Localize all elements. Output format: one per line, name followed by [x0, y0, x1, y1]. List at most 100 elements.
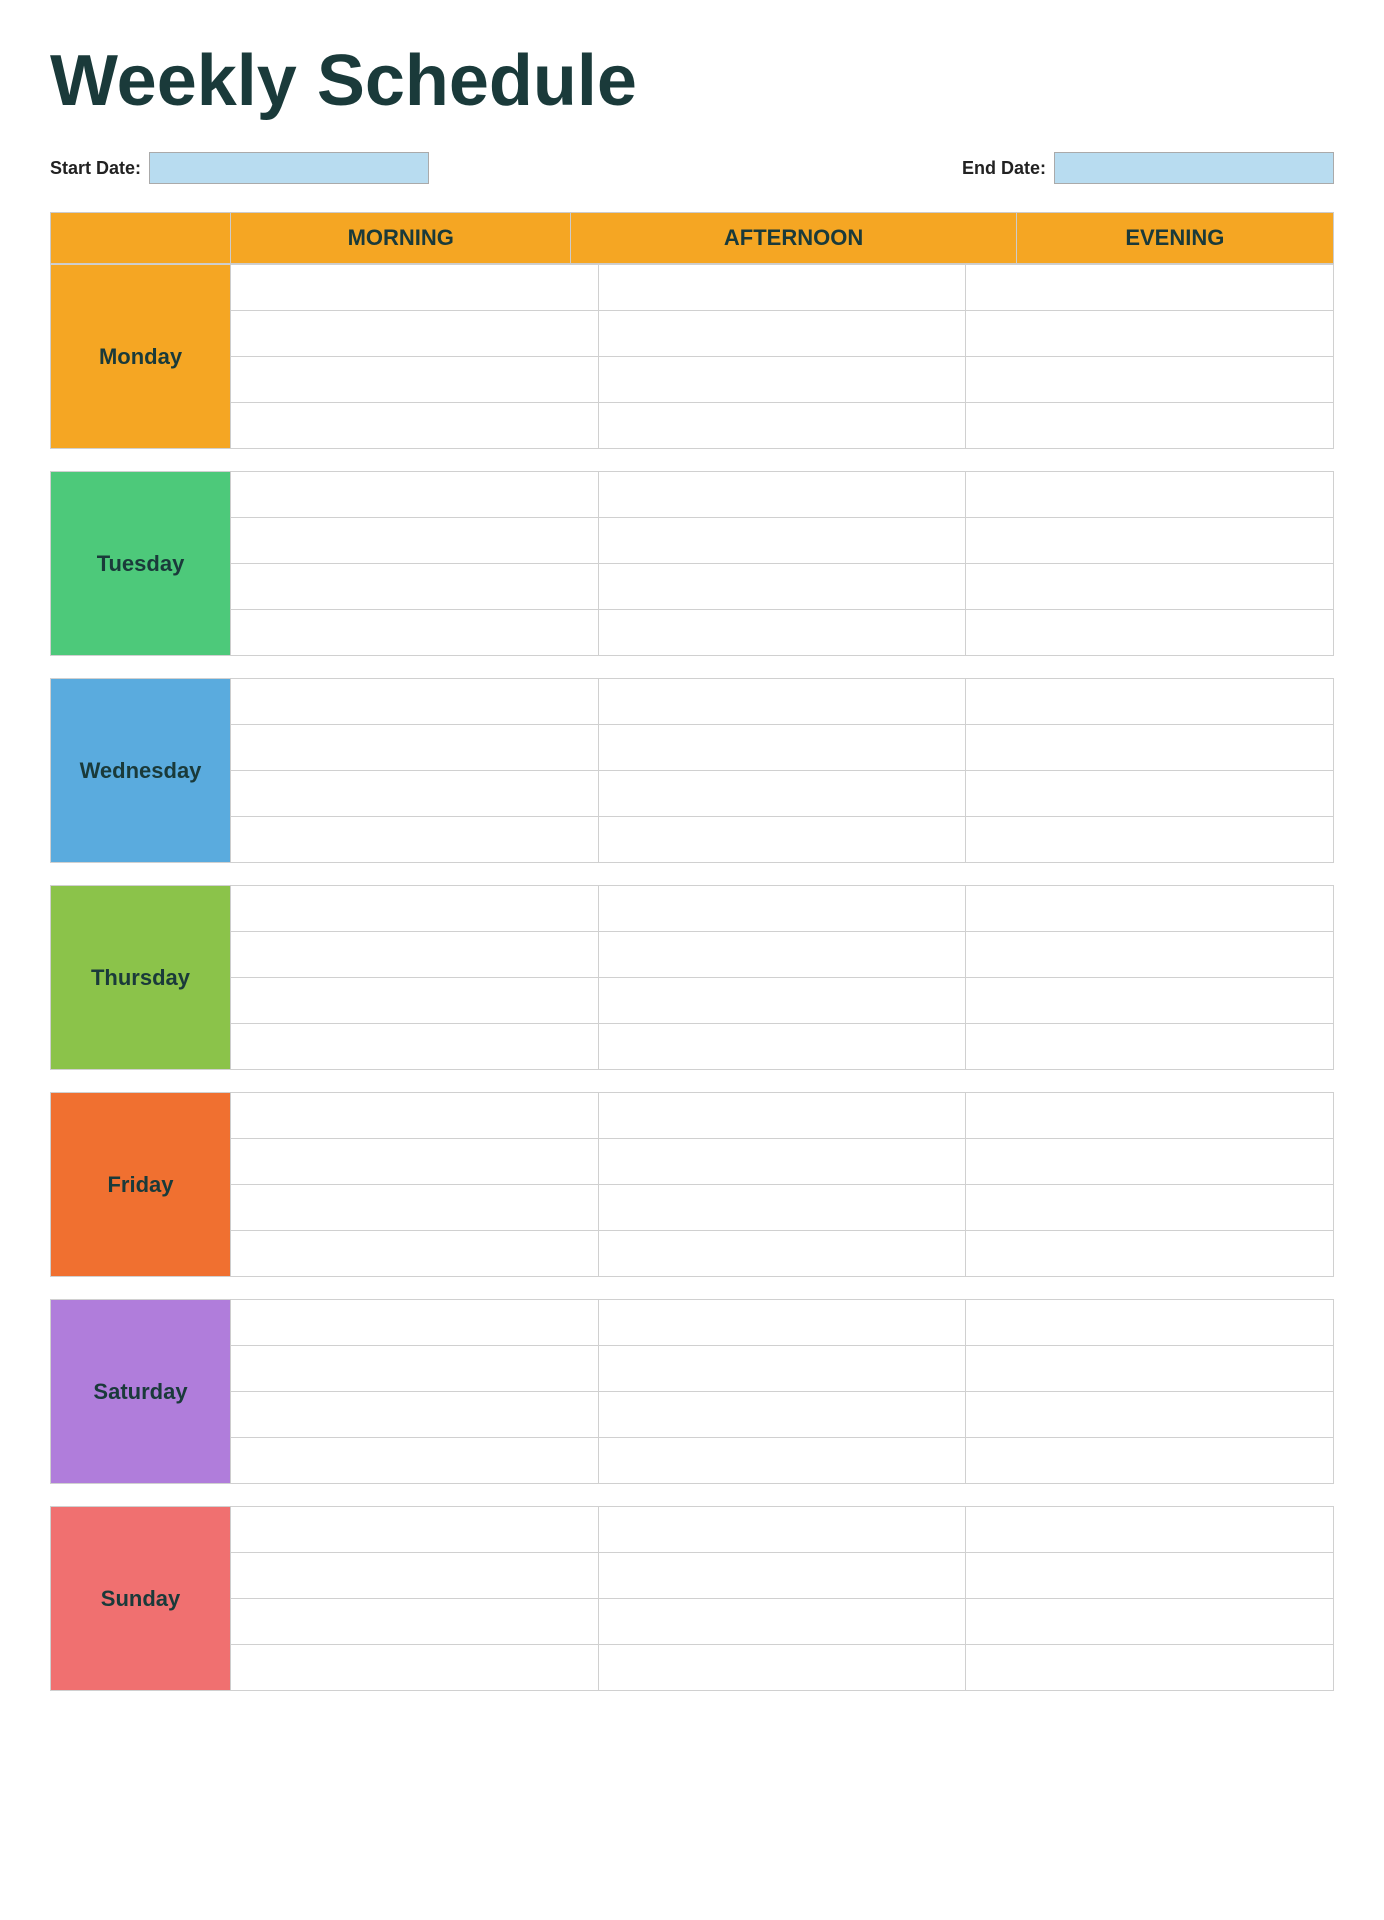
- wednesday-afternoon-2[interactable]: [598, 725, 966, 771]
- saturday-evening-1[interactable]: [966, 1300, 1334, 1346]
- table-row: [51, 1024, 1334, 1070]
- thursday-morning-2[interactable]: [231, 932, 599, 978]
- friday-evening-3[interactable]: [966, 1185, 1334, 1231]
- tuesday-morning-1[interactable]: [231, 472, 599, 518]
- wednesday-afternoon-1[interactable]: [598, 679, 966, 725]
- day-section-sunday: Sunday: [50, 1506, 1334, 1691]
- saturday-afternoon-2[interactable]: [598, 1346, 966, 1392]
- day-label-wednesday: Wednesday: [51, 679, 231, 863]
- sunday-morning-1[interactable]: [231, 1507, 599, 1553]
- thursday-evening-4[interactable]: [966, 1024, 1334, 1070]
- table-row: [51, 1599, 1334, 1645]
- friday-morning-1[interactable]: [231, 1093, 599, 1139]
- saturday-morning-1[interactable]: [231, 1300, 599, 1346]
- day-section-wednesday: Wednesday: [50, 678, 1334, 863]
- table-row: Tuesday: [51, 472, 1334, 518]
- friday-afternoon-4[interactable]: [598, 1231, 966, 1277]
- wednesday-evening-1[interactable]: [966, 679, 1334, 725]
- friday-morning-4[interactable]: [231, 1231, 599, 1277]
- tuesday-morning-3[interactable]: [231, 564, 599, 610]
- thursday-morning-1[interactable]: [231, 886, 599, 932]
- wednesday-morning-3[interactable]: [231, 771, 599, 817]
- thursday-morning-3[interactable]: [231, 978, 599, 1024]
- saturday-morning-4[interactable]: [231, 1438, 599, 1484]
- friday-afternoon-2[interactable]: [598, 1139, 966, 1185]
- sunday-morning-3[interactable]: [231, 1599, 599, 1645]
- wednesday-evening-4[interactable]: [966, 817, 1334, 863]
- day-label-sunday: Sunday: [51, 1507, 231, 1691]
- monday-evening-2[interactable]: [966, 311, 1334, 357]
- monday-morning-3[interactable]: [231, 357, 599, 403]
- sunday-afternoon-4[interactable]: [598, 1645, 966, 1691]
- saturday-evening-2[interactable]: [966, 1346, 1334, 1392]
- monday-afternoon-2[interactable]: [598, 311, 966, 357]
- friday-morning-3[interactable]: [231, 1185, 599, 1231]
- monday-afternoon-3[interactable]: [598, 357, 966, 403]
- page-title: Weekly Schedule: [50, 40, 1334, 122]
- friday-evening-4[interactable]: [966, 1231, 1334, 1277]
- sunday-afternoon-2[interactable]: [598, 1553, 966, 1599]
- friday-morning-2[interactable]: [231, 1139, 599, 1185]
- tuesday-evening-1[interactable]: [966, 472, 1334, 518]
- tuesday-morning-2[interactable]: [231, 518, 599, 564]
- wednesday-afternoon-3[interactable]: [598, 771, 966, 817]
- thursday-afternoon-1[interactable]: [598, 886, 966, 932]
- saturday-evening-4[interactable]: [966, 1438, 1334, 1484]
- thursday-afternoon-2[interactable]: [598, 932, 966, 978]
- friday-afternoon-3[interactable]: [598, 1185, 966, 1231]
- wednesday-afternoon-4[interactable]: [598, 817, 966, 863]
- sunday-evening-4[interactable]: [966, 1645, 1334, 1691]
- tuesday-afternoon-3[interactable]: [598, 564, 966, 610]
- thursday-afternoon-4[interactable]: [598, 1024, 966, 1070]
- day-section-tuesday: Tuesday: [50, 471, 1334, 656]
- saturday-morning-2[interactable]: [231, 1346, 599, 1392]
- thursday-evening-3[interactable]: [966, 978, 1334, 1024]
- monday-evening-3[interactable]: [966, 357, 1334, 403]
- tuesday-morning-4[interactable]: [231, 610, 599, 656]
- monday-morning-1[interactable]: [231, 265, 599, 311]
- monday-morning-4[interactable]: [231, 403, 599, 449]
- table-row: Friday: [51, 1093, 1334, 1139]
- monday-evening-1[interactable]: [966, 265, 1334, 311]
- monday-afternoon-1[interactable]: [598, 265, 966, 311]
- monday-afternoon-4[interactable]: [598, 403, 966, 449]
- thursday-evening-1[interactable]: [966, 886, 1334, 932]
- tuesday-evening-4[interactable]: [966, 610, 1334, 656]
- saturday-evening-3[interactable]: [966, 1392, 1334, 1438]
- wednesday-evening-3[interactable]: [966, 771, 1334, 817]
- saturday-afternoon-1[interactable]: [598, 1300, 966, 1346]
- thursday-afternoon-3[interactable]: [598, 978, 966, 1024]
- sunday-evening-1[interactable]: [966, 1507, 1334, 1553]
- tuesday-afternoon-4[interactable]: [598, 610, 966, 656]
- friday-evening-1[interactable]: [966, 1093, 1334, 1139]
- monday-evening-4[interactable]: [966, 403, 1334, 449]
- sunday-evening-2[interactable]: [966, 1553, 1334, 1599]
- monday-morning-2[interactable]: [231, 311, 599, 357]
- sunday-afternoon-3[interactable]: [598, 1599, 966, 1645]
- end-date-input[interactable]: [1054, 152, 1334, 184]
- tuesday-afternoon-2[interactable]: [598, 518, 966, 564]
- thursday-morning-4[interactable]: [231, 1024, 599, 1070]
- sunday-afternoon-1[interactable]: [598, 1507, 966, 1553]
- tuesday-evening-2[interactable]: [966, 518, 1334, 564]
- friday-afternoon-1[interactable]: [598, 1093, 966, 1139]
- wednesday-morning-4[interactable]: [231, 817, 599, 863]
- wednesday-morning-1[interactable]: [231, 679, 599, 725]
- saturday-afternoon-4[interactable]: [598, 1438, 966, 1484]
- table-row: [51, 978, 1334, 1024]
- saturday-afternoon-3[interactable]: [598, 1392, 966, 1438]
- wednesday-evening-2[interactable]: [966, 725, 1334, 771]
- start-date-input[interactable]: [149, 152, 429, 184]
- thursday-evening-2[interactable]: [966, 932, 1334, 978]
- day-section-thursday: Thursday: [50, 885, 1334, 1070]
- sunday-morning-4[interactable]: [231, 1645, 599, 1691]
- tuesday-evening-3[interactable]: [966, 564, 1334, 610]
- table-row: [51, 817, 1334, 863]
- friday-evening-2[interactable]: [966, 1139, 1334, 1185]
- saturday-morning-3[interactable]: [231, 1392, 599, 1438]
- wednesday-morning-2[interactable]: [231, 725, 599, 771]
- tuesday-afternoon-1[interactable]: [598, 472, 966, 518]
- day-label-monday: Monday: [51, 265, 231, 449]
- sunday-morning-2[interactable]: [231, 1553, 599, 1599]
- sunday-evening-3[interactable]: [966, 1599, 1334, 1645]
